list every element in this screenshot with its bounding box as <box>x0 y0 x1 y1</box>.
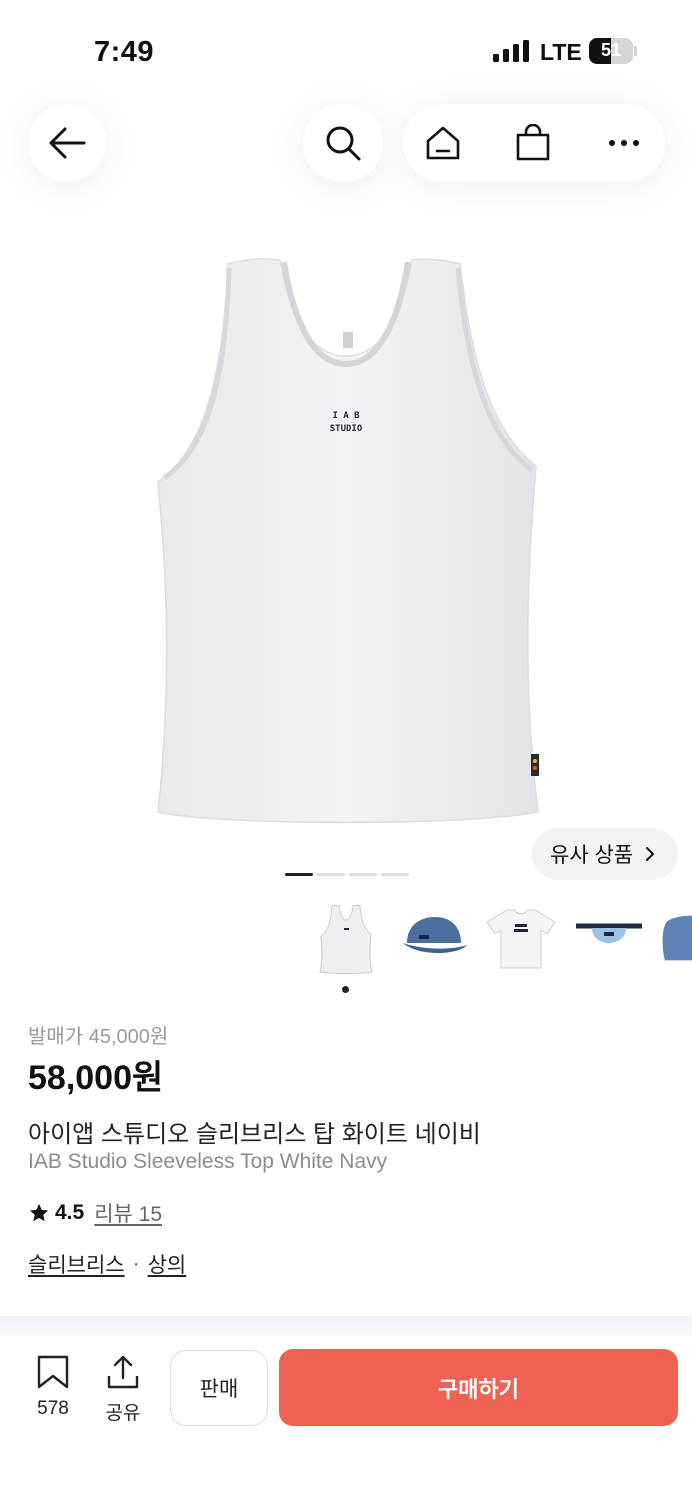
share-icon <box>107 1355 139 1389</box>
release-price: 발매가 45,000원 <box>28 1026 169 1048</box>
product-image[interactable]: I A B STUDIO <box>140 246 552 836</box>
similar-products-button[interactable]: 유사 상품 <box>532 828 678 880</box>
star-icon <box>29 1203 49 1222</box>
sell-button[interactable]: 판매 <box>170 1350 268 1426</box>
search-button[interactable] <box>303 104 383 182</box>
category-link-tops[interactable]: 상의 <box>148 1249 187 1279</box>
variant-thumbnail-cap[interactable] <box>398 900 470 976</box>
share-button[interactable]: 공유 <box>98 1354 148 1425</box>
pagination-dot <box>285 873 313 876</box>
variant-thumbnail-tank-top[interactable] <box>310 900 382 976</box>
more-button[interactable] <box>604 123 644 163</box>
bottom-action-bar: 578 공유 판매 구매하기 <box>0 1334 692 1500</box>
back-button[interactable] <box>28 104 106 182</box>
status-time: 7:49 <box>94 36 155 68</box>
section-divider <box>0 1316 692 1334</box>
home-icon <box>426 126 460 160</box>
variant-thumbnail-denim[interactable] <box>660 900 692 976</box>
review-link[interactable]: 리뷰 15 <box>94 1198 162 1228</box>
nav-action-group <box>403 104 665 182</box>
category-separator: · <box>132 1252 140 1275</box>
battery-level: 51 <box>600 40 622 60</box>
pagination-dot <box>317 873 345 876</box>
buy-button[interactable]: 구매하기 <box>279 1349 678 1426</box>
chevron-right-icon <box>646 847 655 861</box>
product-name-korean: 아이앱 스튜디오 슬리브리스 탑 화이트 네이비 <box>28 1121 481 1148</box>
cart-button[interactable] <box>513 123 553 163</box>
tank-logo-line2: STUDIO <box>330 424 363 434</box>
signal-icon <box>493 40 529 62</box>
status-bar: 7:49 LTE 51 <box>0 0 692 100</box>
save-count: 578 <box>37 1398 69 1419</box>
category-breadcrumb: 슬리브리스 · 상의 <box>28 1249 186 1279</box>
search-icon <box>326 126 361 161</box>
pagination-dot <box>349 873 377 876</box>
shopping-bag-icon <box>516 124 550 161</box>
pagination-dot <box>381 873 409 876</box>
similar-products-label: 유사 상품 <box>550 844 634 867</box>
arrow-left-icon <box>49 127 86 159</box>
category-link-sleeveless[interactable]: 슬리브리스 <box>28 1249 125 1279</box>
variant-thumbnail-tshirt[interactable] <box>485 900 557 976</box>
share-label: 공유 <box>105 1403 141 1424</box>
gallery-pagination <box>285 873 409 876</box>
network-label: LTE <box>540 39 582 65</box>
tank-logo-line1: I A B <box>332 411 360 421</box>
selected-variant-indicator <box>342 986 349 993</box>
home-button[interactable] <box>423 123 463 163</box>
rating-row: 4.5 리뷰 15 <box>28 1198 162 1228</box>
current-price: 58,000원 <box>28 1059 164 1097</box>
more-icon <box>609 140 639 146</box>
battery-icon: 51 <box>589 38 633 64</box>
save-button[interactable]: 578 <box>26 1354 80 1420</box>
battery-tip <box>634 46 637 56</box>
bookmark-icon <box>37 1355 69 1389</box>
rating-value: 4.5 <box>55 1201 85 1224</box>
variant-thumbnail-belt-bag[interactable] <box>573 900 645 976</box>
product-name-english: IAB Studio Sleeveless Top White Navy <box>28 1150 388 1173</box>
